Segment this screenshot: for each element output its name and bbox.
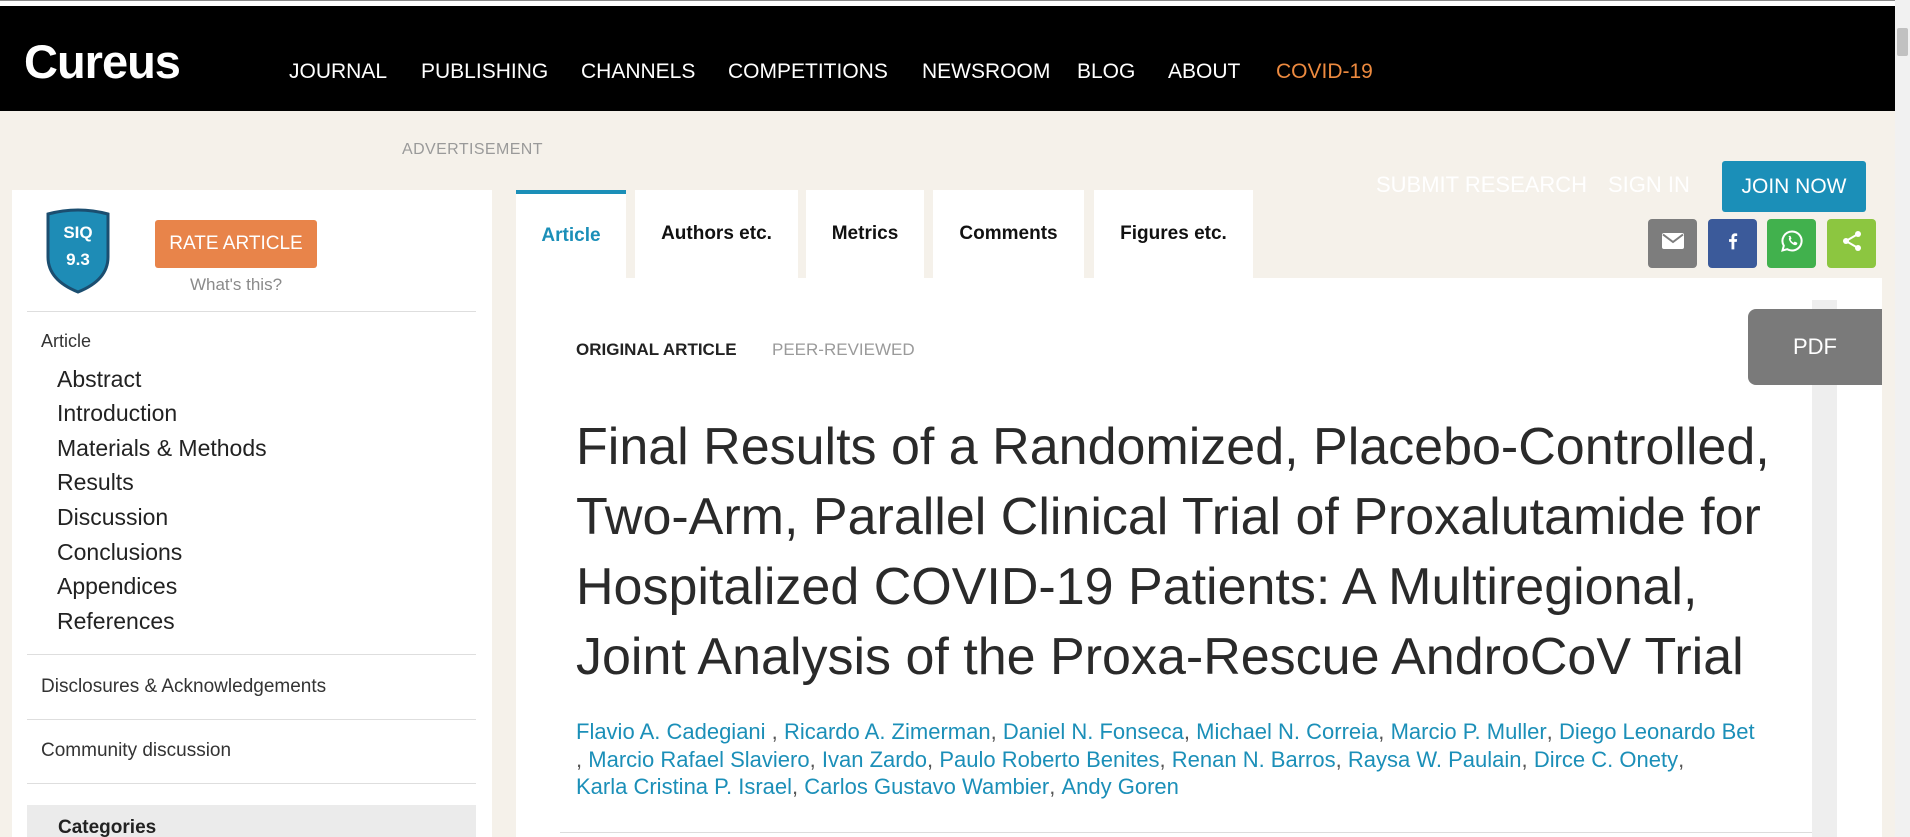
site-header: Cureus JOURNAL PUBLISHING CHANNELS COMPE… [0, 6, 1895, 111]
scrollbar-thumb[interactable] [1897, 28, 1908, 56]
author-link[interactable]: Dirce C. Onety [1534, 746, 1678, 774]
author-line: Flavio A. Cadegiani , Ricardo A. Zimerma… [576, 718, 1755, 746]
tab-comments[interactable]: Comments [933, 190, 1084, 278]
author-separator: , [1049, 774, 1056, 799]
author-link[interactable]: Ivan Zardo [822, 746, 927, 774]
sign-in-link[interactable]: SIGN IN [1608, 174, 1690, 196]
toc-item-introduction[interactable]: Introduction [57, 396, 267, 431]
author-separator: , [1183, 719, 1190, 744]
author-separator: , [765, 719, 778, 744]
author-link[interactable]: Flavio A. Cadegiani [576, 718, 766, 746]
share-icon [1840, 229, 1864, 258]
sidebar-divider [27, 311, 476, 312]
toc-item-discussion[interactable]: Discussion [57, 500, 267, 535]
share-facebook-button[interactable] [1708, 219, 1757, 268]
facebook-icon [1726, 231, 1740, 256]
author-line: , Marcio Rafael Slaviero , Ivan Zardo , … [576, 746, 1755, 774]
toc-item-appendices[interactable]: Appendices [57, 569, 267, 604]
nav-about[interactable]: ABOUT [1168, 61, 1240, 82]
whats-this-link[interactable]: What's this? [155, 276, 317, 293]
author-link[interactable]: Marcio Rafael Slaviero [588, 746, 809, 774]
toc-item-results[interactable]: Results [57, 465, 267, 500]
tab-metrics[interactable]: Metrics [806, 190, 924, 278]
sidebar-divider [27, 719, 476, 720]
nav-publishing[interactable]: PUBLISHING [421, 61, 548, 82]
nav-competitions[interactable]: COMPETITIONS [728, 61, 888, 82]
categories-section: Categories [27, 805, 476, 837]
share-whatsapp-button[interactable] [1767, 219, 1816, 268]
author-link[interactable]: Andy Goren [1062, 773, 1179, 801]
article-type-label: ORIGINAL ARTICLE [576, 340, 737, 359]
page-scrollbar[interactable] [1895, 0, 1910, 837]
nav-blog[interactable]: BLOG [1077, 61, 1135, 82]
author-separator: , [809, 746, 816, 772]
tab-article[interactable]: Article [516, 190, 626, 278]
advertisement-label: ADVERTISEMENT [402, 141, 543, 158]
author-separator: , [576, 746, 583, 772]
author-link[interactable]: Carlos Gustavo Wambier [804, 773, 1049, 801]
nav-covid-19[interactable]: COVID-19 [1276, 61, 1373, 82]
toc-item-conclusions[interactable]: Conclusions [57, 535, 267, 570]
author-link[interactable]: Ricardo A. Zimerman [784, 718, 991, 746]
share-more-button[interactable] [1827, 219, 1876, 268]
tab-figures[interactable]: Figures etc. [1094, 190, 1253, 278]
toc-item-abstract[interactable]: Abstract [57, 362, 267, 397]
cureus-logo[interactable]: Cureus [24, 38, 181, 85]
author-line: Karla Cristina P. Israel , Carlos Gustav… [576, 773, 1755, 801]
nav-newsroom[interactable]: NEWSROOM [922, 61, 1050, 82]
author-link[interactable]: Michael N. Correia [1196, 718, 1378, 746]
author-separator: , [990, 719, 997, 744]
toc-item-materials-methods[interactable]: Materials & Methods [57, 431, 267, 466]
sidebar-divider [27, 783, 476, 784]
author-list: Flavio A. Cadegiani , Ricardo A. Zimerma… [576, 718, 1755, 801]
author-link[interactable]: Marcio P. Muller [1391, 718, 1547, 746]
author-separator: , [1335, 746, 1342, 772]
author-separator: , [1159, 746, 1166, 772]
author-separator: , [927, 746, 934, 772]
article-title: Final Results of a Randomized, Placebo-C… [576, 418, 1770, 686]
nav-journal[interactable]: JOURNAL [289, 61, 387, 82]
author-link[interactable]: Diego Leonardo Bet [1559, 718, 1755, 746]
rate-article-button[interactable]: RATE ARTICLE [155, 220, 317, 268]
siq-badge[interactable]: SIQ 9.3 [43, 205, 113, 295]
share-email-button[interactable] [1648, 219, 1697, 268]
join-now-button[interactable]: JOIN NOW [1722, 161, 1866, 212]
authors-divider [560, 832, 1812, 833]
author-link[interactable]: Renan N. Barros [1172, 746, 1336, 774]
author-link[interactable]: Daniel N. Fonseca [1003, 718, 1184, 746]
author-separator: , [792, 774, 799, 799]
disclosures-link[interactable]: Disclosures & Acknowledgements [41, 677, 326, 696]
email-icon [1661, 233, 1684, 254]
author-separator: , [1546, 719, 1553, 744]
sidebar-divider [27, 654, 476, 655]
author-link[interactable]: Karla Cristina P. Israel [576, 773, 792, 801]
author-separator: , [1521, 746, 1528, 772]
author-separator: , [1678, 746, 1685, 772]
categories-heading: Categories [58, 817, 157, 837]
pdf-button[interactable]: PDF [1748, 309, 1882, 385]
table-of-contents: Abstract Introduction Materials & Method… [57, 362, 267, 639]
author-link[interactable]: Paulo Roberto Benites [939, 746, 1159, 774]
author-link[interactable]: Raysa W. Paulain [1348, 746, 1522, 774]
article-sidebar: SIQ 9.3 RATE ARTICLE What's this? Articl… [12, 190, 492, 837]
submit-research-link[interactable]: SUBMIT RESEARCH [1376, 174, 1587, 196]
siq-label: SIQ [63, 223, 92, 242]
nav-channels[interactable]: CHANNELS [581, 61, 695, 82]
community-discussion-link[interactable]: Community discussion [41, 741, 231, 760]
author-separator: , [1378, 719, 1385, 744]
shield-icon: SIQ 9.3 [46, 208, 110, 294]
whatsapp-icon [1780, 229, 1804, 258]
toc-heading[interactable]: Article [41, 332, 91, 350]
siq-score: 9.3 [66, 250, 90, 269]
tab-authors[interactable]: Authors etc. [635, 190, 798, 278]
toc-item-references[interactable]: References [57, 604, 267, 639]
peer-reviewed-label: PEER-REVIEWED [772, 340, 915, 359]
